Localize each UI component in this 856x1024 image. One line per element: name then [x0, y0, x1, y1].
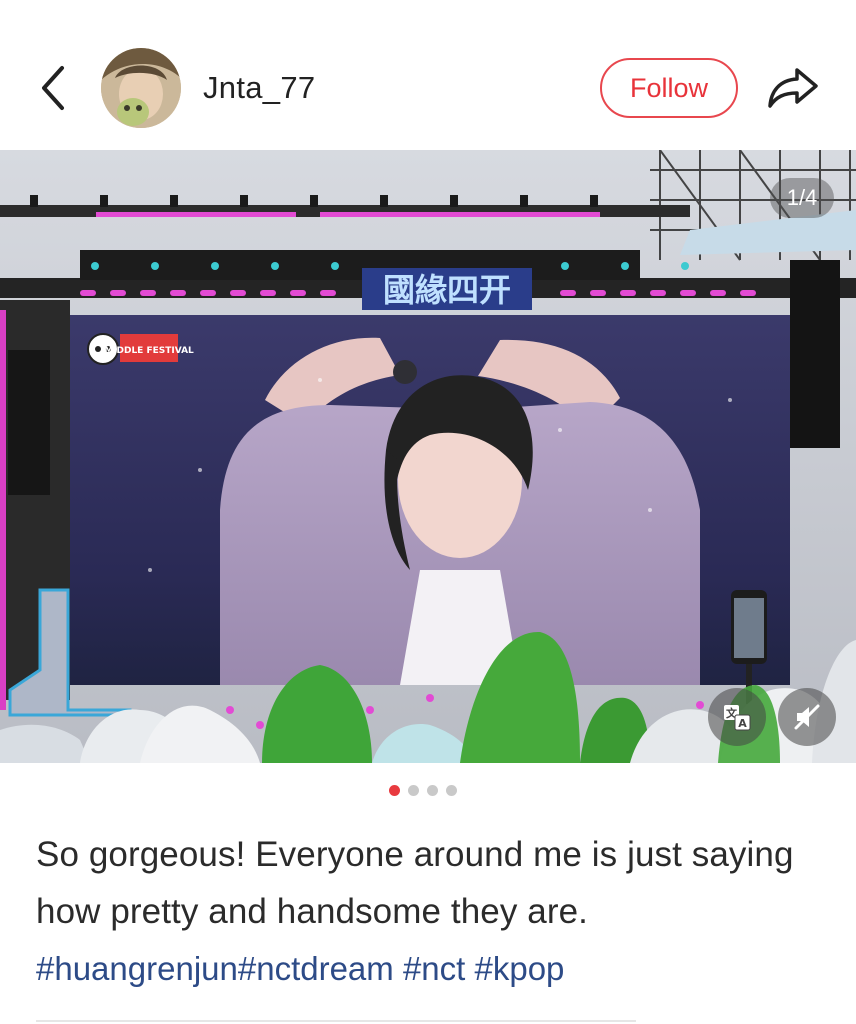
- pager-dot-2[interactable]: [408, 785, 419, 796]
- pager-dot-4[interactable]: [446, 785, 457, 796]
- hashtag-list: #huangrenjun#nctdream #nct #kpop: [36, 950, 564, 988]
- translate-icon: 文 A: [724, 705, 751, 731]
- hashtag-nctdream[interactable]: #nctdream: [238, 950, 394, 987]
- hashtag-nct[interactable]: #nct: [394, 950, 465, 987]
- divider: [36, 1020, 636, 1022]
- avatar[interactable]: [101, 48, 181, 128]
- image-counter: 1/4: [770, 178, 834, 218]
- chevron-left-icon: [42, 66, 64, 110]
- mute-button[interactable]: [778, 688, 836, 746]
- pager-dot-1[interactable]: [389, 785, 400, 796]
- pager-dot-3[interactable]: [427, 785, 438, 796]
- post-caption: So gorgeous! Everyone around me is just …: [36, 835, 794, 931]
- share-button[interactable]: [764, 62, 822, 114]
- username[interactable]: Jnta_77: [203, 70, 315, 106]
- svg-text:A: A: [738, 717, 747, 730]
- festival-logo-text: MIDDLE FESTIVAL: [104, 346, 194, 356]
- share-arrow-icon: [768, 68, 818, 108]
- translate-button[interactable]: 文 A: [708, 688, 766, 746]
- image-pager: [389, 785, 457, 796]
- post-header: Jnta_77 Follow: [0, 0, 856, 150]
- hashtag-huangrenjun[interactable]: #huangrenjun: [36, 950, 238, 987]
- follow-button[interactable]: Follow: [600, 58, 738, 118]
- stage-banner: 國緣四开: [383, 271, 511, 309]
- post-photo[interactable]: 國緣四开 MIDDLE FESTIVAL 1/4 文 A: [0, 150, 856, 763]
- concert-photo: 國緣四开 MIDDLE FESTIVAL: [0, 150, 856, 763]
- back-button[interactable]: [32, 62, 76, 114]
- mute-icon: [794, 704, 820, 730]
- hashtag-kpop[interactable]: #kpop: [465, 950, 564, 987]
